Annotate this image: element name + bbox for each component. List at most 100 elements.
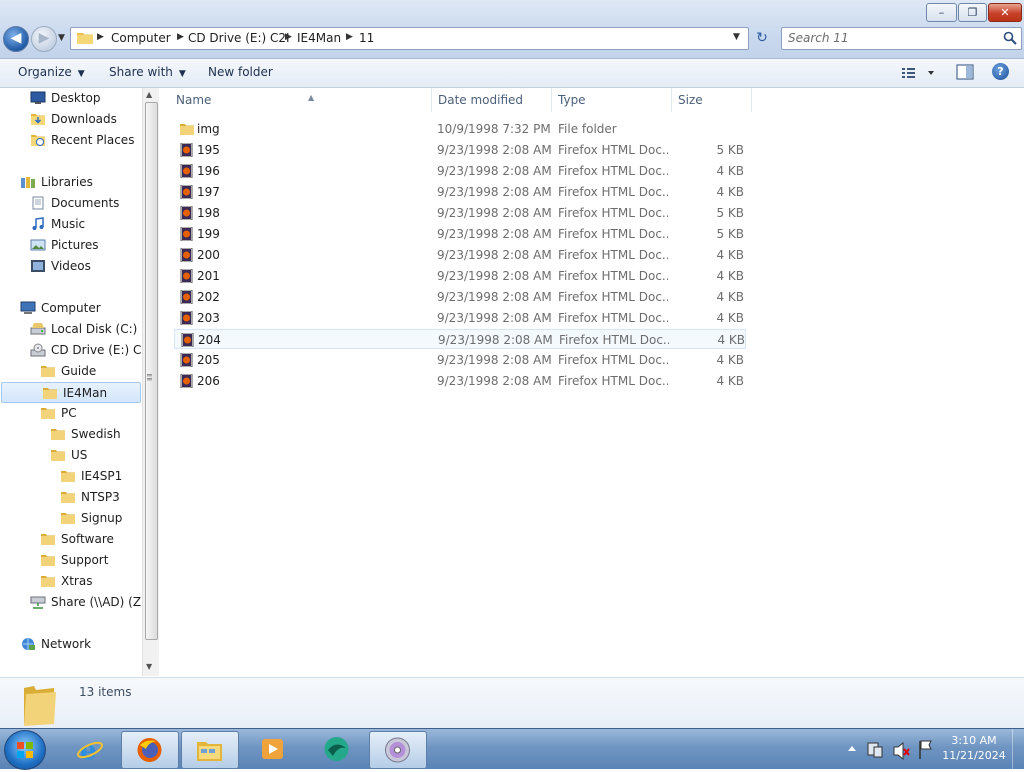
nav-item-computer[interactable]: Computer (0, 298, 140, 318)
taskbar: e 3:10 AM 11/21/2024 (0, 728, 1024, 770)
search-icon[interactable] (1003, 31, 1017, 45)
taskbar-media-player[interactable] (245, 731, 301, 767)
address-bar[interactable]: ▶ Computer ▶ CD Drive (E:) C2I ▶ IE4Man … (70, 27, 749, 50)
system-tray[interactable] (844, 729, 940, 769)
file-size: 5 KB (716, 206, 744, 220)
navigation-scrollbar[interactable]: ▲ ═ ═ ▼ (142, 88, 159, 676)
taskbar-firefox[interactable] (121, 731, 179, 769)
nav-item-downloads[interactable]: Downloads (0, 109, 140, 129)
nav-item-recent-places[interactable]: Recent Places (0, 130, 140, 150)
nav-item-pc[interactable]: PC (0, 403, 140, 423)
nav-item-label: Documents (51, 196, 120, 210)
folder-icon (43, 388, 57, 399)
nav-item-ie4sp1[interactable]: IE4SP1 (0, 466, 140, 486)
close-button[interactable]: ✕ (988, 3, 1022, 22)
file-type: Firefox HTML Doc... (558, 143, 668, 157)
refresh-button[interactable]: ↻ (752, 29, 772, 47)
file-row[interactable]: 201 9/23/1998 2:08 AM Firefox HTML Doc... 4… (174, 266, 746, 286)
file-type: Firefox HTML Doc... (558, 206, 668, 220)
file-row[interactable]: 202 9/23/1998 2:08 AM Firefox HTML Doc... 4… (174, 287, 746, 307)
nav-item-libraries[interactable]: Libraries (0, 172, 140, 192)
details-pane: 13 items (0, 677, 1024, 729)
taskbar-windows-explorer[interactable] (181, 731, 239, 769)
firefox-html-document-icon (180, 227, 193, 241)
nav-item-videos[interactable]: Videos (0, 256, 140, 276)
nav-item-signup[interactable]: Signup (0, 508, 140, 528)
file-row[interactable]: 198 9/23/1998 2:08 AM Firefox HTML Doc... 5… (174, 203, 746, 223)
nav-item-music[interactable]: Music (0, 214, 140, 234)
nav-item-software[interactable]: Software (0, 529, 140, 549)
media-player-icon (262, 739, 283, 759)
nav-item-xtras[interactable]: Xtras (0, 571, 140, 591)
file-row[interactable]: 203 9/23/1998 2:08 AM Firefox HTML Doc... 4… (174, 308, 746, 328)
share-with-button[interactable]: Share with ▼ (109, 65, 186, 79)
breadcrumb-computer[interactable]: Computer (111, 31, 171, 45)
maximize-button[interactable]: ❐ (958, 3, 987, 22)
nav-item-swedish[interactable]: Swedish (0, 424, 140, 444)
column-header-size[interactable]: Size (672, 88, 752, 112)
nav-item-local-disk-c[interactable]: Local Disk (C:) (0, 319, 140, 339)
nav-item-ie4man[interactable]: IE4Man (1, 382, 141, 403)
breadcrumb-separator-icon[interactable]: ▶ (97, 32, 104, 42)
nav-item-us[interactable]: US (0, 445, 140, 465)
file-row[interactable]: 195 9/23/1998 2:08 AM Firefox HTML Doc... 5… (174, 140, 746, 160)
clock[interactable]: 3:10 AM 11/21/2024 (940, 733, 1008, 763)
search-input[interactable] (788, 30, 988, 46)
file-row[interactable]: 199 9/23/1998 2:08 AM Firefox HTML Doc... 5… (174, 224, 746, 244)
nav-item-ntsp3[interactable]: NTSP3 (0, 487, 140, 507)
address-history-dropdown-icon[interactable]: ▼ (733, 32, 740, 42)
file-type: Firefox HTML Doc... (558, 164, 668, 178)
nav-item-label: US (71, 448, 88, 462)
navigation-pane: Desktop Downloads Recent Places Libraries Do… (0, 88, 158, 676)
file-row[interactable]: 205 9/23/1998 2:08 AM Firefox HTML Doc... 4… (174, 350, 746, 370)
show-desktop-button[interactable] (1012, 729, 1024, 769)
breadcrumb-separator-icon[interactable]: ▶ (285, 32, 292, 42)
organize-button[interactable]: Organize ▼ (18, 65, 85, 79)
breadcrumb-separator-icon[interactable]: ▶ (177, 32, 184, 42)
folder-icon (41, 576, 55, 587)
help-button[interactable]: ? (992, 63, 1009, 80)
nav-item-share-ad-z[interactable]: Share (\\AD) (Z:) (0, 592, 150, 612)
nav-item-support[interactable]: Support (0, 550, 140, 570)
column-header-type[interactable]: Type (552, 88, 672, 112)
nav-item-documents[interactable]: Documents (0, 193, 140, 213)
nav-item-pictures[interactable]: Pictures (0, 235, 140, 255)
file-row[interactable]: 197 9/23/1998 2:08 AM Firefox HTML Doc... 4… (174, 182, 746, 202)
recent-pages-dropdown[interactable]: ▼ (58, 33, 65, 43)
nav-item-guide[interactable]: Guide (0, 361, 140, 381)
firefox-html-document-icon (181, 333, 194, 347)
file-type: Firefox HTML Doc... (558, 311, 668, 325)
nav-item-network[interactable]: Network (0, 634, 140, 654)
file-row[interactable]: 204 9/23/1998 2:08 AM Firefox HTML Doc... 4… (174, 329, 746, 349)
back-button[interactable]: ◀ (3, 26, 29, 52)
preview-pane-button[interactable] (956, 64, 974, 80)
breadcrumb-11[interactable]: 11 (359, 31, 374, 45)
file-row[interactable]: 196 9/23/1998 2:08 AM Firefox HTML Doc... 4… (174, 161, 746, 181)
file-row[interactable]: 200 9/23/1998 2:08 AM Firefox HTML Doc... 4… (174, 245, 746, 265)
new-folder-button[interactable]: New folder (208, 65, 273, 79)
taskbar-internet-explorer[interactable]: e (62, 731, 118, 767)
forward-button[interactable]: ▶ (31, 26, 57, 52)
column-header-name[interactable]: Name ▲ (170, 88, 432, 112)
column-date-label: Date modified (438, 93, 524, 107)
nav-item-cd-drive-e-c2i[interactable]: CD Drive (E:) C2I (0, 340, 153, 360)
taskbar-app-green[interactable] (309, 731, 365, 767)
taskbar-cd-app[interactable] (369, 731, 427, 769)
file-date-modified: 9/23/1998 2:08 AM (438, 333, 553, 347)
search-box[interactable] (781, 27, 1022, 50)
folder-icon (61, 513, 75, 524)
column-header-date-modified[interactable]: Date modified (432, 88, 552, 112)
breadcrumb-cd-drive[interactable]: CD Drive (E:) C2I (188, 31, 290, 45)
minimize-button[interactable]: – (926, 3, 957, 22)
file-row[interactable]: 206 9/23/1998 2:08 AM Firefox HTML Doc... 4… (174, 371, 746, 391)
file-date-modified: 9/23/1998 2:08 AM (437, 374, 552, 388)
scroll-up-icon[interactable]: ▲ (146, 90, 152, 99)
file-type: Firefox HTML Doc... (558, 185, 668, 199)
start-button[interactable] (4, 730, 46, 770)
change-view-button[interactable] (900, 65, 940, 81)
file-row[interactable]: img 10/9/1998 7:32 PM File folder (174, 119, 746, 139)
breadcrumb-separator-icon[interactable]: ▶ (346, 32, 353, 42)
nav-item-desktop[interactable]: Desktop (0, 88, 140, 108)
breadcrumb-ie4man[interactable]: IE4Man (297, 31, 341, 45)
scroll-down-icon[interactable]: ▼ (146, 662, 152, 671)
